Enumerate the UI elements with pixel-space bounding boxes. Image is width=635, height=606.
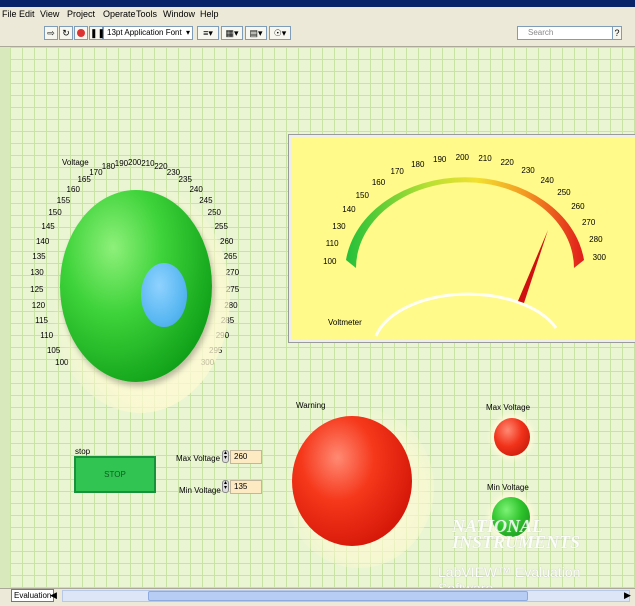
voltmeter-scale-label: 190	[433, 154, 447, 164]
search-placeholder: Search	[528, 28, 554, 37]
knob-scale-label: 240	[189, 184, 203, 194]
menu-help[interactable]: Help	[200, 9, 219, 19]
max-voltage-led	[494, 418, 530, 456]
menu-tools[interactable]: Tools	[136, 9, 157, 19]
knob-scale-label: 140	[35, 236, 50, 246]
knob-scale-label: 245	[199, 195, 213, 205]
stop-button[interactable]: STOP	[74, 456, 156, 493]
voltmeter-scale-label: 300	[592, 253, 607, 263]
panel-left-edge	[0, 47, 10, 588]
min-voltage-stepper[interactable]: ▴ ▾	[222, 480, 229, 493]
max-voltage-control-label: Max Voltage	[176, 454, 221, 463]
max-voltage-led-label: Max Voltage	[486, 403, 531, 412]
min-voltage-control-label: Min Voltage	[179, 486, 221, 495]
menu-file[interactable]: File	[2, 9, 17, 19]
evaluation-tab[interactable]: Evaluation	[11, 589, 55, 602]
voltmeter-scale-label: 140	[342, 205, 356, 215]
knob-scale-label: 190	[114, 159, 129, 169]
voltmeter-scale-label: 200	[455, 153, 469, 163]
knob-scale-label: 260	[220, 236, 234, 246]
knob-scale-label: 265	[223, 252, 238, 262]
voltmeter-scale-label: 250	[557, 187, 571, 197]
knob-scale-label: 115	[35, 316, 48, 326]
voltmeter-color-arc	[346, 177, 584, 268]
voltmeter-scale-label: 150	[355, 190, 369, 200]
font-select-value: 13pt Application Font	[107, 28, 182, 37]
menu-window[interactable]: Window	[163, 9, 195, 19]
warning-led	[292, 416, 412, 546]
chevron-down-icon: ▾	[185, 28, 190, 37]
help-icon[interactable]: ?	[612, 26, 622, 40]
min-voltage-input[interactable]: 135	[230, 480, 262, 494]
knob-scale-label: 210	[141, 159, 155, 169]
voltmeter-scale-label: 280	[589, 235, 603, 245]
run-arrow-icon[interactable]: ⇨	[44, 26, 58, 40]
knob-scale-label: 180	[101, 162, 116, 172]
menu-edit[interactable]: Edit	[19, 9, 35, 19]
knob-scale-label: 125	[30, 284, 44, 294]
scrollbar-thumb[interactable]	[148, 591, 528, 601]
stop-label: stop	[75, 447, 91, 456]
resize-objects-icon[interactable]: ▤▾	[245, 26, 267, 40]
knob-scale-label: 130	[30, 268, 44, 278]
menu-bar: File Edit View Project Operate Tools Win…	[0, 7, 635, 22]
max-voltage-value: 260	[234, 452, 248, 461]
scroll-left-icon[interactable]: ◀	[50, 590, 60, 602]
run-continuously-icon[interactable]: ↻	[59, 26, 73, 40]
menu-project[interactable]: Project	[67, 9, 95, 19]
voltmeter-label: Voltmeter	[328, 318, 362, 327]
knob-scale-label: 135	[32, 252, 46, 262]
voltmeter-scale-label: 270	[581, 218, 596, 228]
ni-logo-watermark: NATIONAL INSTRUMENTS	[430, 517, 581, 552]
voltmeter-needle	[518, 230, 548, 303]
knob-scale-label: 160	[66, 184, 80, 194]
min-voltage-led-label: Min Voltage	[487, 483, 529, 492]
knob-scale-label: 170	[89, 167, 103, 177]
voltmeter-scale-label: 160	[371, 177, 386, 187]
knob-scale-label: 110	[40, 331, 54, 341]
scroll-right-icon[interactable]: ▶	[624, 590, 634, 602]
voltmeter-scale-label: 220	[500, 158, 514, 168]
knob-scale-label: 145	[41, 221, 55, 231]
evaluation-tab-label: Evaluation	[14, 591, 52, 600]
distribute-objects-icon[interactable]: ▦▾	[221, 26, 243, 40]
max-voltage-stepper[interactable]: ▴ ▾	[222, 450, 229, 463]
voltage-knob[interactable]	[60, 190, 212, 382]
voltmeter-scale-label: 130	[332, 221, 346, 231]
min-voltage-value: 135	[234, 482, 248, 491]
knob-scale-label: 155	[56, 195, 71, 205]
voltmeter-scale-label: 260	[571, 202, 585, 212]
knob-indicator-dot	[141, 263, 187, 327]
voltmeter-scale-label: 210	[478, 154, 492, 164]
max-voltage-input[interactable]: 260	[230, 450, 262, 464]
font-select[interactable]: 13pt Application Font ▾	[103, 26, 193, 40]
knob-scale-label: 220	[154, 162, 168, 172]
menu-operate[interactable]: Operate	[103, 9, 136, 19]
knob-scale-label: 150	[48, 208, 62, 218]
voltmeter-scale-label: 230	[521, 165, 535, 175]
knob-scale-label: 235	[178, 175, 192, 185]
knob-scale-label: 120	[31, 300, 46, 310]
voltmeter-scale-label: 180	[411, 159, 425, 169]
warning-label: Warning	[296, 401, 326, 410]
ni-logo-line2: INSTRUMENTS	[452, 532, 581, 552]
menu-view[interactable]: View	[40, 9, 59, 19]
align-objects-icon[interactable]: ≡▾	[197, 26, 219, 40]
voltmeter-scale-label: 240	[540, 175, 554, 185]
knob-label: Voltage	[62, 158, 89, 167]
voltmeter-scale-label: 110	[325, 239, 339, 249]
voltmeter-gauge	[346, 177, 584, 337]
knob-scale-label: 250	[207, 208, 221, 218]
abort-icon[interactable]	[74, 26, 88, 40]
knob-scale-label: 255	[214, 221, 228, 231]
voltmeter-scale-label: 170	[390, 167, 404, 177]
title-bar	[0, 0, 635, 7]
pause-icon[interactable]: ❚❚	[89, 26, 105, 40]
voltmeter-pivot-arc	[374, 292, 558, 337]
reorder-icon[interactable]: ☉▾	[269, 26, 291, 40]
stop-button-text: STOP	[104, 470, 126, 479]
search-input[interactable]: Search	[517, 26, 613, 40]
knob-scale-label: 200	[128, 158, 142, 167]
voltmeter-scale-label: 100	[323, 257, 337, 267]
